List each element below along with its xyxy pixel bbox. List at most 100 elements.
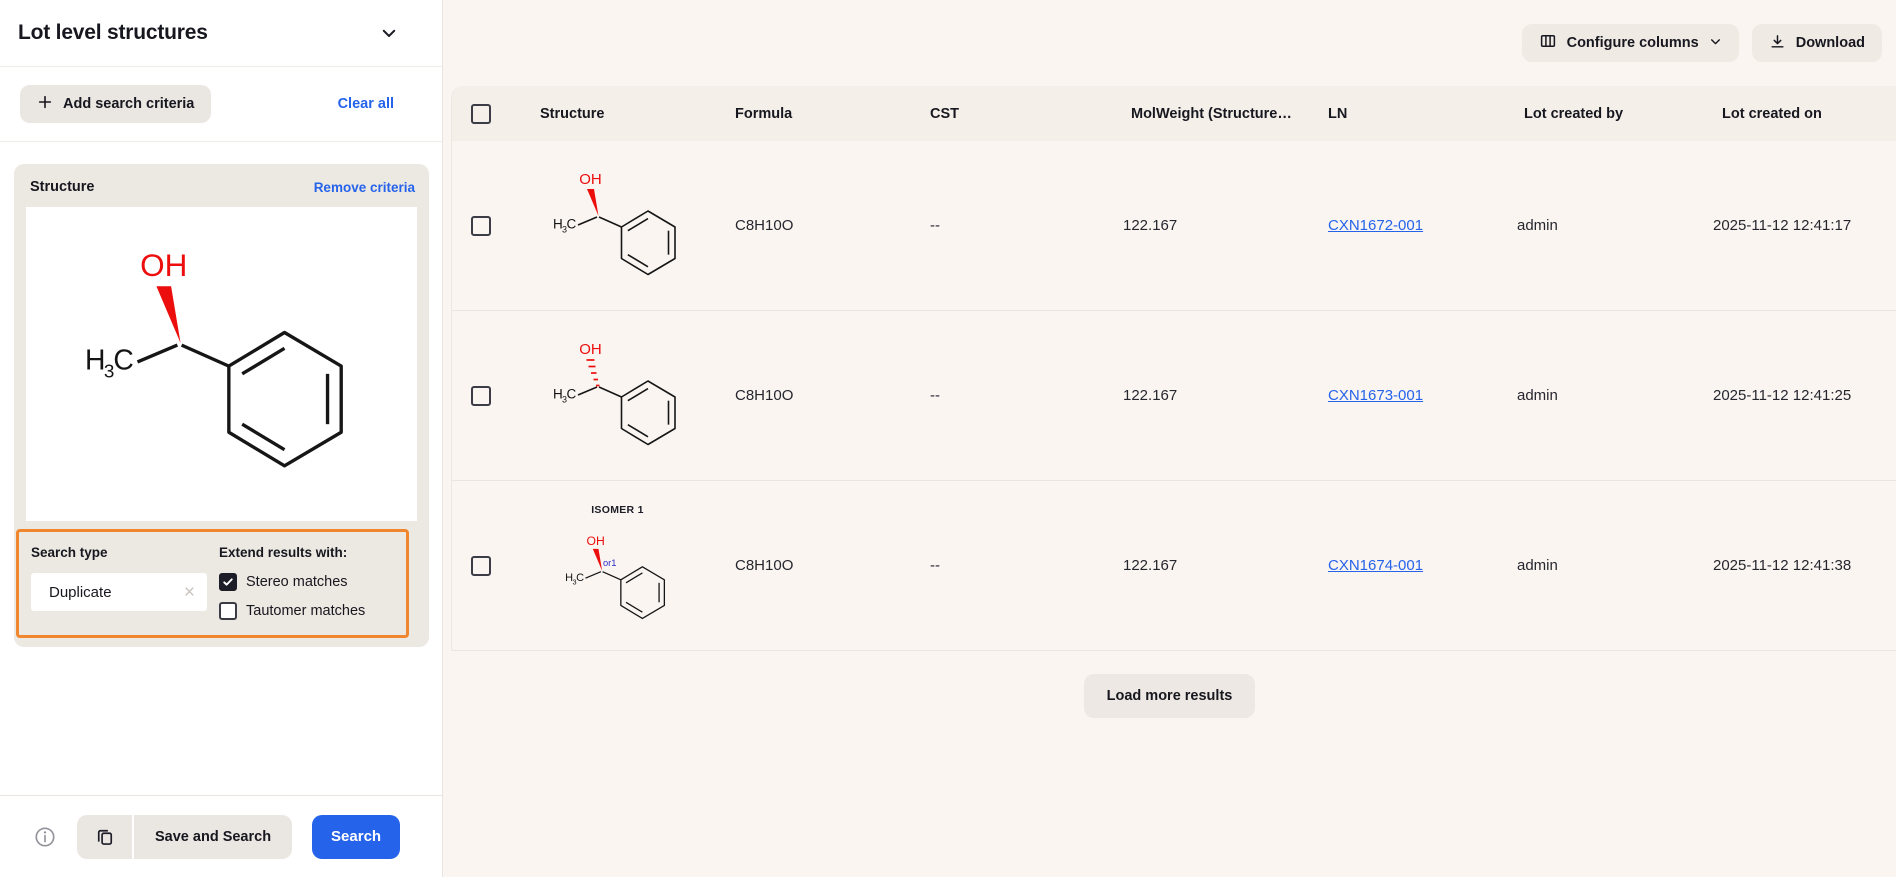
- search-button[interactable]: Search: [312, 815, 400, 859]
- clear-all-button[interactable]: Clear all: [338, 96, 394, 112]
- cell-formula: C8H10O: [725, 217, 920, 234]
- tautomer-matches-checkbox[interactable]: [219, 602, 237, 620]
- molecule-drawing-or1: OH H 3 C or1: [557, 530, 679, 628]
- cell-created-on: 2025-11-12 12:41:25: [1705, 387, 1896, 404]
- cell-cst: --: [920, 387, 1110, 404]
- molecule-drawing-query: OH H 3 C: [64, 238, 379, 490]
- info-icon[interactable]: [34, 826, 56, 848]
- svg-text:OH: OH: [579, 171, 602, 188]
- svg-text:C: C: [566, 386, 576, 401]
- methyl-h-label: H: [85, 344, 105, 376]
- row-checkbox[interactable]: [471, 556, 491, 576]
- svg-text:H: H: [565, 572, 573, 584]
- sidebar-header: Lot level structures: [0, 0, 442, 67]
- add-search-criteria-button[interactable]: Add search criteria: [20, 85, 211, 123]
- cell-created-by: admin: [1510, 217, 1705, 234]
- svg-text:H: H: [553, 386, 563, 401]
- hydroxyl-label: OH: [140, 247, 187, 283]
- lot-link[interactable]: CXN1673-001: [1328, 387, 1423, 404]
- stereo-matches-option[interactable]: Stereo matches: [219, 573, 365, 591]
- search-type-input[interactable]: Duplicate ×: [31, 573, 207, 611]
- cell-cst: --: [920, 217, 1110, 234]
- cell-created-by: admin: [1510, 557, 1705, 574]
- criteria-name: Structure: [30, 179, 94, 195]
- search-options-highlight-box: Search type Duplicate × Extend results w…: [16, 529, 409, 638]
- app-root: Lot level structures Add search criteria…: [0, 0, 1896, 877]
- download-label: Download: [1796, 35, 1865, 51]
- cell-created-on: 2025-11-12 12:41:38: [1705, 557, 1896, 574]
- molecule-drawing-hashed-wedge: OH H 3 C: [543, 336, 693, 456]
- configure-columns-button[interactable]: Configure columns: [1522, 24, 1739, 62]
- configure-columns-label: Configure columns: [1567, 35, 1699, 51]
- save-and-search-button[interactable]: Save and Search: [134, 815, 292, 859]
- cell-formula: C8H10O: [725, 387, 920, 404]
- cell-cst: --: [920, 557, 1110, 574]
- search-actions-bar: Save and Search Search: [0, 795, 442, 877]
- columns-icon: [1539, 32, 1557, 54]
- title-chevron-down-icon[interactable]: [380, 24, 398, 42]
- svg-text:H: H: [553, 216, 563, 231]
- extend-results-label: Extend results with:: [219, 545, 365, 560]
- col-header-molweight: MolWeight (Structure…: [1110, 106, 1320, 122]
- download-button[interactable]: Download: [1752, 24, 1882, 62]
- plus-icon: [37, 94, 53, 114]
- svg-text:OH: OH: [586, 533, 604, 547]
- criteria-toolbar: Add search criteria Clear all: [0, 67, 442, 142]
- copy-icon: [95, 827, 115, 847]
- cell-molweight: 122.167: [1110, 557, 1320, 574]
- molecule-drawing-solid-wedge: OH H 3 C: [543, 166, 693, 286]
- col-header-created-on: Lot created on: [1705, 106, 1896, 122]
- load-more-container: Load more results: [443, 674, 1896, 718]
- search-sidebar: Lot level structures Add search criteria…: [0, 0, 443, 877]
- col-header-cst: CST: [920, 106, 1110, 122]
- add-search-criteria-label: Add search criteria: [63, 96, 194, 112]
- svg-text:OH: OH: [579, 341, 602, 358]
- row-checkbox[interactable]: [471, 386, 491, 406]
- isomer-caption: ISOMER 1: [591, 504, 644, 516]
- check-icon: [222, 576, 234, 588]
- clear-search-type-icon[interactable]: ×: [182, 583, 197, 602]
- search-type-label: Search type: [31, 545, 207, 560]
- row-checkbox[interactable]: [471, 216, 491, 236]
- stereo-matches-label: Stereo matches: [246, 574, 348, 590]
- cell-formula: C8H10O: [725, 557, 920, 574]
- cell-created-by: admin: [1510, 387, 1705, 404]
- col-header-formula: Formula: [725, 106, 920, 122]
- results-table: Structure Formula CST MolWeight (Structu…: [451, 86, 1896, 651]
- tautomer-matches-label: Tautomer matches: [246, 603, 365, 619]
- load-more-results-button[interactable]: Load more results: [1084, 674, 1256, 718]
- download-icon: [1769, 33, 1786, 54]
- structure-criteria-card: Structure Remove criteria OH H 3 C Searc…: [14, 164, 429, 647]
- stereo-flag-label: or1: [602, 557, 616, 567]
- svg-text:C: C: [566, 216, 576, 231]
- page-title: Lot level structures: [18, 21, 208, 45]
- structure-canvas[interactable]: OH H 3 C: [26, 207, 417, 521]
- cell-molweight: 122.167: [1110, 387, 1320, 404]
- results-area: Configure columns Download Structure For…: [443, 0, 1896, 877]
- extend-results-group: Extend results with: Stereo matches Taut…: [219, 545, 365, 620]
- table-header-row: Structure Formula CST MolWeight (Structu…: [452, 87, 1896, 141]
- col-header-created-by: Lot created by: [1510, 106, 1705, 122]
- remove-criteria-button[interactable]: Remove criteria: [314, 180, 415, 195]
- svg-text:C: C: [576, 572, 584, 584]
- chevron-down-icon: [1709, 35, 1722, 52]
- lot-link[interactable]: CXN1672-001: [1328, 217, 1423, 234]
- results-toolbar: Configure columns Download: [443, 0, 1896, 86]
- select-all-checkbox[interactable]: [471, 104, 491, 124]
- tautomer-matches-option[interactable]: Tautomer matches: [219, 602, 365, 620]
- table-row: OH H 3 C C8H10O -- 122.167 CXN1672-001 a…: [452, 141, 1896, 311]
- search-type-value: Duplicate: [49, 584, 112, 601]
- table-row: OH H 3 C C8H10O -- 122.167 CXN1673-001 a…: [452, 311, 1896, 481]
- cell-molweight: 122.167: [1110, 217, 1320, 234]
- save-search-button-group: Save and Search: [77, 815, 292, 859]
- methyl-c-label: C: [113, 344, 133, 376]
- search-type-group: Search type Duplicate ×: [31, 545, 207, 620]
- cell-created-on: 2025-11-12 12:41:17: [1705, 217, 1896, 234]
- duplicate-search-button[interactable]: [77, 815, 134, 859]
- structure-criteria-header: Structure Remove criteria: [14, 164, 429, 207]
- lot-link[interactable]: CXN1674-001: [1328, 557, 1423, 574]
- col-header-structure: Structure: [510, 106, 725, 122]
- stereo-matches-checkbox[interactable]: [219, 573, 237, 591]
- table-row: ISOMER 1 OH H 3 C or1 C8H10O -- 122.167 …: [452, 481, 1896, 651]
- col-header-ln: LN: [1320, 106, 1510, 122]
